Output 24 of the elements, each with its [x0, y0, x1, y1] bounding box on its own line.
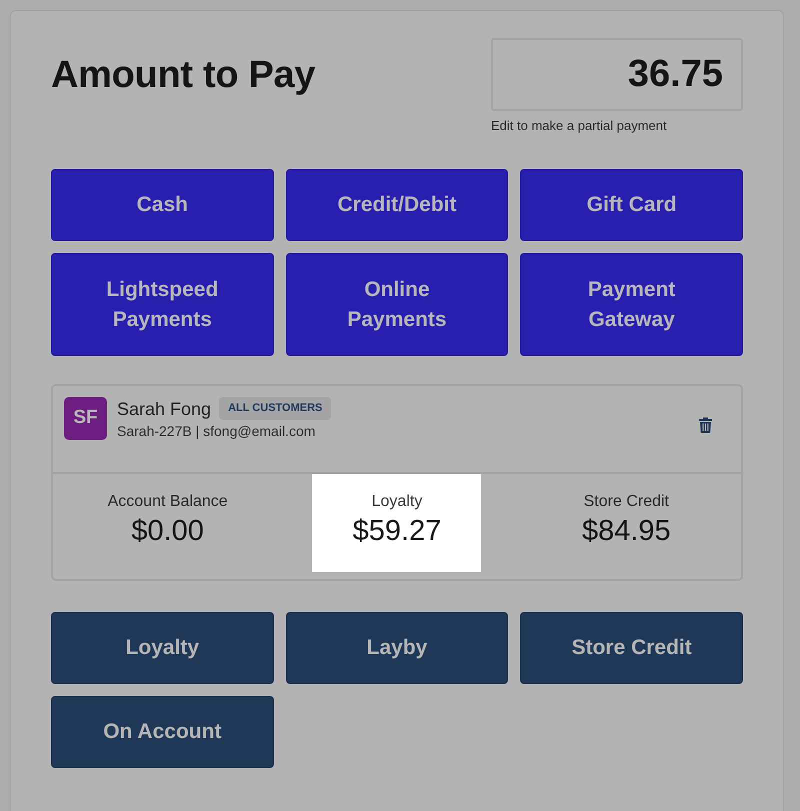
account-method-button[interactable]: Loyalty: [51, 612, 274, 684]
stat-value: $84.95: [582, 517, 671, 546]
account-method-button[interactable]: Store Credit: [520, 612, 743, 684]
amount-to-pay-title: Amount to Pay: [51, 56, 316, 94]
payment-method-button[interactable]: Gift Card: [520, 169, 743, 241]
stat-label: Account Balance: [108, 494, 228, 510]
account-method-button[interactable]: On Account: [51, 696, 274, 768]
payment-method-button[interactable]: Lightspeed Payments: [51, 253, 274, 356]
stat-label: Store Credit: [584, 494, 669, 510]
customer-name: Sarah Fong: [117, 400, 212, 418]
account-method-button[interactable]: Layby: [286, 612, 508, 684]
amount-input[interactable]: 36.75: [491, 38, 743, 111]
payment-method-button[interactable]: Cash: [51, 169, 274, 241]
partial-payment-hint: Edit to make a partial payment: [491, 119, 668, 132]
stat-value: $0.00: [131, 517, 204, 546]
customer-group-badge: ALL CUSTOMERS: [219, 397, 332, 420]
customer-details: Sarah-227B | sfong@email.com: [117, 424, 316, 438]
stat-label: Loyalty: [372, 494, 422, 510]
payment-method-button[interactable]: Payment Gateway: [520, 253, 743, 356]
stat-value: $59.27: [352, 517, 442, 546]
payment-method-button[interactable]: Credit/Debit: [286, 169, 508, 241]
payment-method-button[interactable]: Online Payments: [286, 253, 508, 356]
trash-icon[interactable]: [699, 417, 712, 433]
customer-avatar: SF: [64, 397, 107, 440]
